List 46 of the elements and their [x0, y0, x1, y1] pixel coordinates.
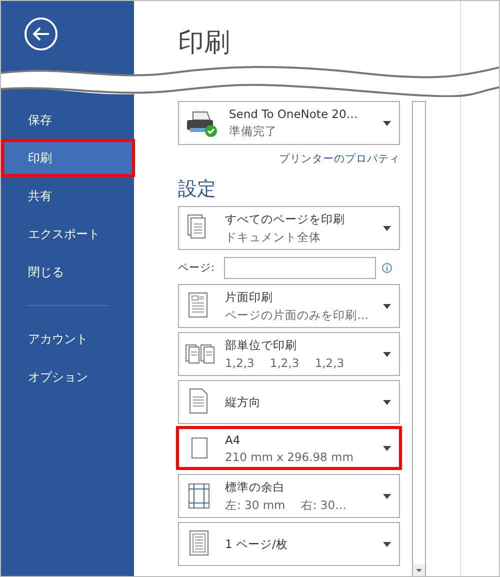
scrollbar[interactable] — [412, 101, 426, 576]
caret-icon — [383, 494, 391, 498]
printer-name: Send To OneNote 20… — [229, 107, 359, 121]
printer-properties-link[interactable]: プリンターのプロパティ — [279, 152, 400, 166]
sidebar-item[interactable]: エクスポート — [1, 215, 134, 253]
setting-subtitle: ページの片面のみを印刷… — [225, 308, 370, 322]
sidebar-item[interactable]: アカウント — [1, 320, 134, 358]
scroll-down-icon[interactable] — [413, 564, 425, 576]
settings-heading: 設定 — [178, 177, 217, 202]
sidebar-item[interactable]: 閉じる — [1, 253, 134, 291]
pages-field[interactable] — [224, 257, 376, 279]
sidebar-item[interactable]: 保存 — [1, 101, 134, 139]
setting-title: 縦方向 — [225, 394, 262, 410]
setting-title: A4 — [225, 432, 242, 446]
back-icon[interactable] — [24, 17, 58, 51]
setting-dropdown[interactable]: A4 210 mm x 296.98 mm — [176, 426, 402, 470]
setting-dropdown[interactable]: すべてのページを印刷 ドキュメント全体 — [178, 206, 400, 250]
setting-subtitle: ドキュメント全体 — [225, 230, 322, 244]
setting-title: 標準の余白 — [225, 480, 286, 494]
info-icon — [382, 263, 392, 273]
setting-title: 部単位で印刷 — [225, 338, 298, 352]
setting-dropdown[interactable]: 片面印刷 ページの片面のみを印刷… — [178, 284, 400, 328]
setting-dropdown[interactable]: 1 ページ/枚 — [178, 522, 400, 566]
caret-icon — [383, 226, 391, 230]
sidebar-item[interactable]: 共有 — [1, 177, 134, 215]
caret-icon — [383, 352, 391, 356]
setting-subtitle: 1,2,3 1,2,3 1,2,3 — [225, 356, 346, 370]
caret-icon — [383, 400, 391, 404]
printer-dropdown[interactable]: Send To OneNote 20… 準備完了 — [178, 101, 400, 145]
caret-icon — [383, 304, 391, 308]
caret-icon — [383, 446, 391, 450]
printer-status: 準備完了 — [229, 124, 278, 139]
setting-subtitle: 左: 30 mm 右: 30… — [225, 498, 348, 512]
page-heading: 印刷 — [178, 27, 231, 60]
setting-dropdown[interactable]: 部単位で印刷 1,2,3 1,2,3 1,2,3 — [178, 332, 400, 376]
sidebar-item[interactable]: 印刷 — [1, 139, 135, 177]
pages-label: ページ: — [178, 261, 216, 275]
setting-title: 1 ページ/枚 — [225, 536, 289, 552]
setting-title: 片面印刷 — [225, 290, 274, 304]
setting-subtitle: 210 mm x 296.98 mm — [225, 450, 354, 464]
setting-dropdown[interactable]: 標準の余白 左: 30 mm 右: 30… — [178, 474, 400, 518]
sidebar-item[interactable]: オプション — [1, 358, 134, 396]
caret-icon — [383, 542, 391, 546]
setting-dropdown[interactable]: 縦方向 — [178, 380, 400, 424]
caret-icon — [383, 120, 391, 126]
setting-title: すべてのページを印刷 — [225, 212, 346, 226]
